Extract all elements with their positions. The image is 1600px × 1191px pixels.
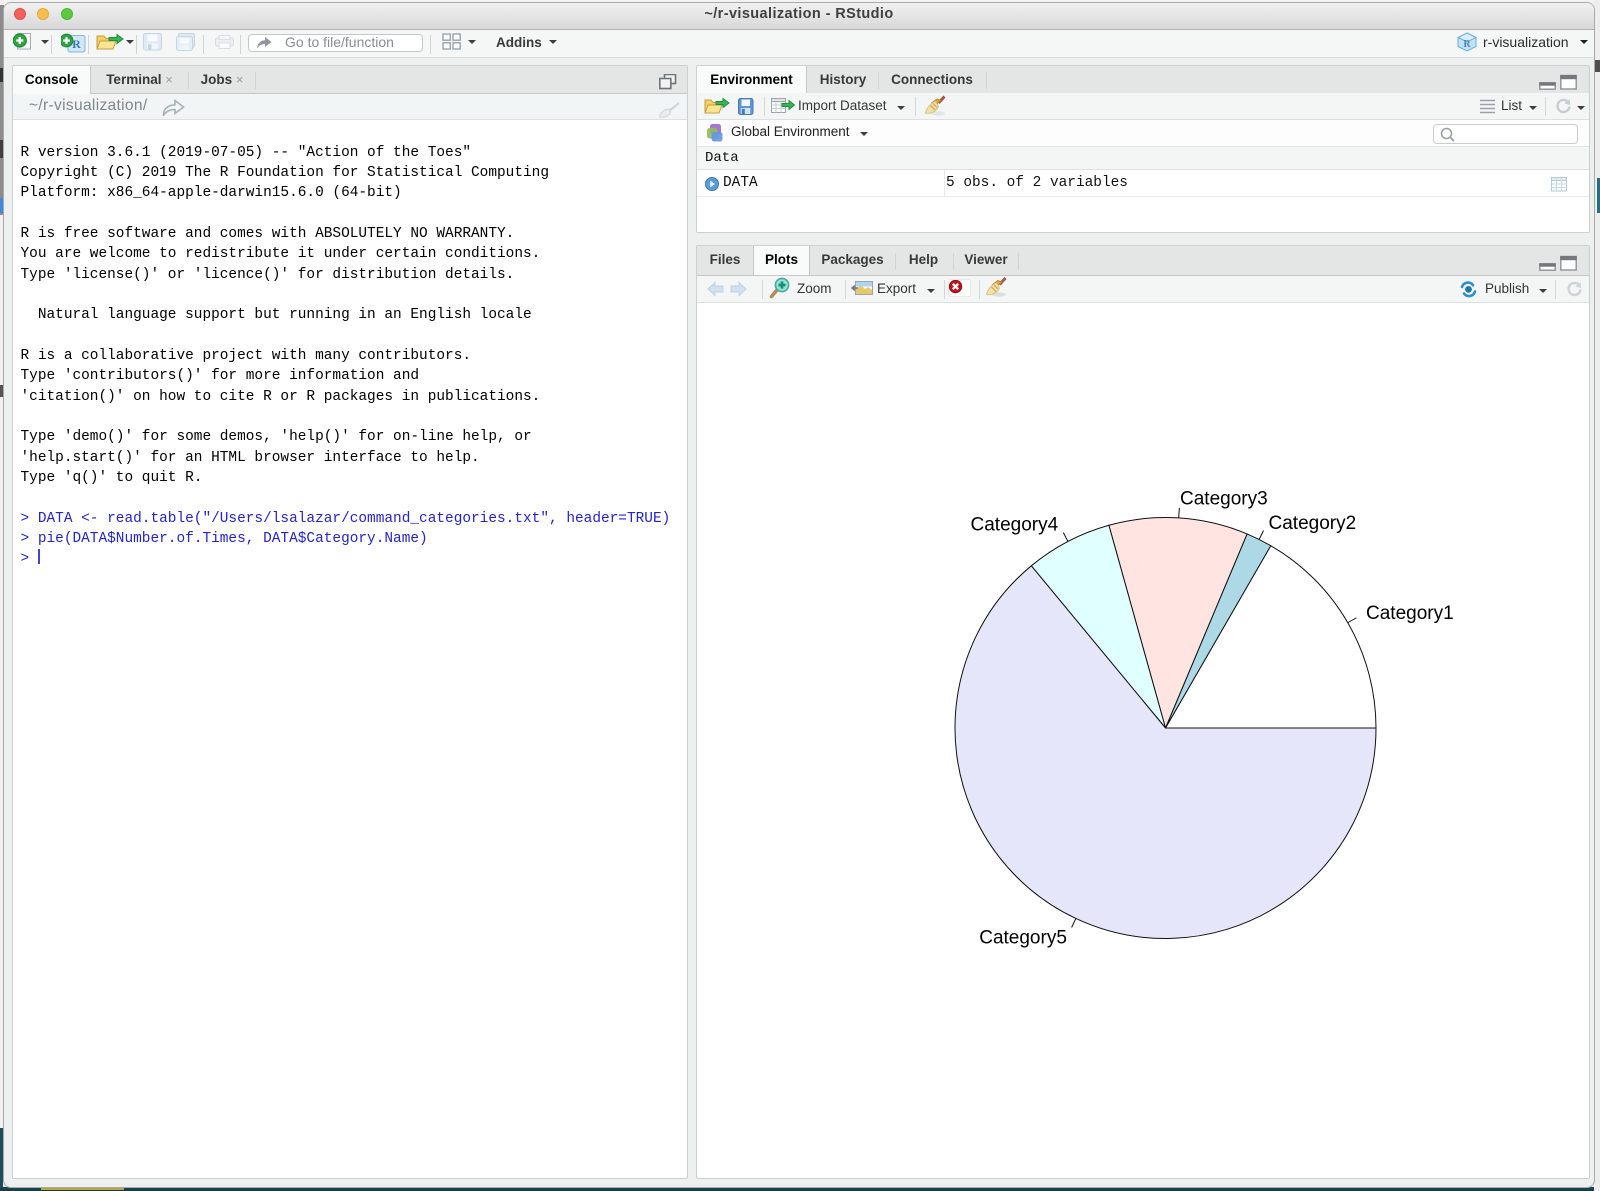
svg-text:R: R [72,37,81,51]
svg-text:Category5: Category5 [979,928,1067,949]
svg-text:Category3: Category3 [1180,489,1268,510]
svg-text:R: R [1463,39,1471,50]
svg-text:Category1: Category1 [1366,603,1454,624]
svg-text:Category4: Category4 [971,515,1059,536]
svg-text:Category2: Category2 [1269,513,1357,534]
